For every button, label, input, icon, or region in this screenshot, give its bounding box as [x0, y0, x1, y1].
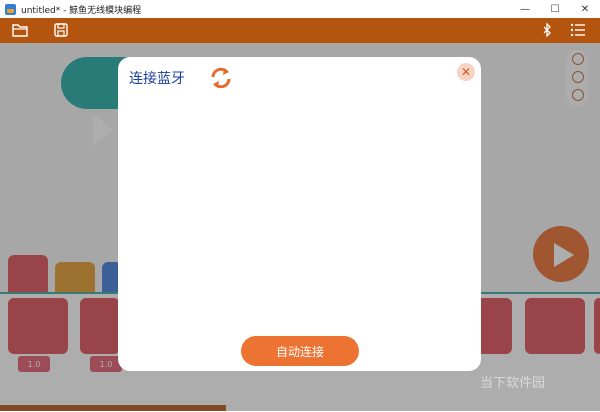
window-title: untitled* - 鲸鱼无线模块编程 [21, 5, 142, 16]
dialog-title: 连接蓝牙 [129, 71, 185, 87]
maximize-button[interactable]: ☐ [540, 0, 570, 18]
bluetooth-dialog [118, 57, 481, 371]
dialog-close-button[interactable]: ✕ [457, 63, 475, 81]
refresh-icon[interactable] [207, 64, 235, 92]
minimize-button[interactable]: — [510, 0, 540, 18]
watermark: 当下软件园 [480, 375, 546, 391]
auto-connect-button[interactable]: 自动连接 [241, 336, 359, 366]
menu-icon[interactable] [570, 23, 586, 37]
close-window-button[interactable]: ✕ [570, 0, 600, 18]
toolbar [0, 18, 600, 43]
bluetooth-icon[interactable] [539, 23, 555, 37]
folder-icon[interactable] [12, 23, 28, 37]
save-icon[interactable] [53, 23, 69, 37]
app-icon [5, 3, 16, 15]
